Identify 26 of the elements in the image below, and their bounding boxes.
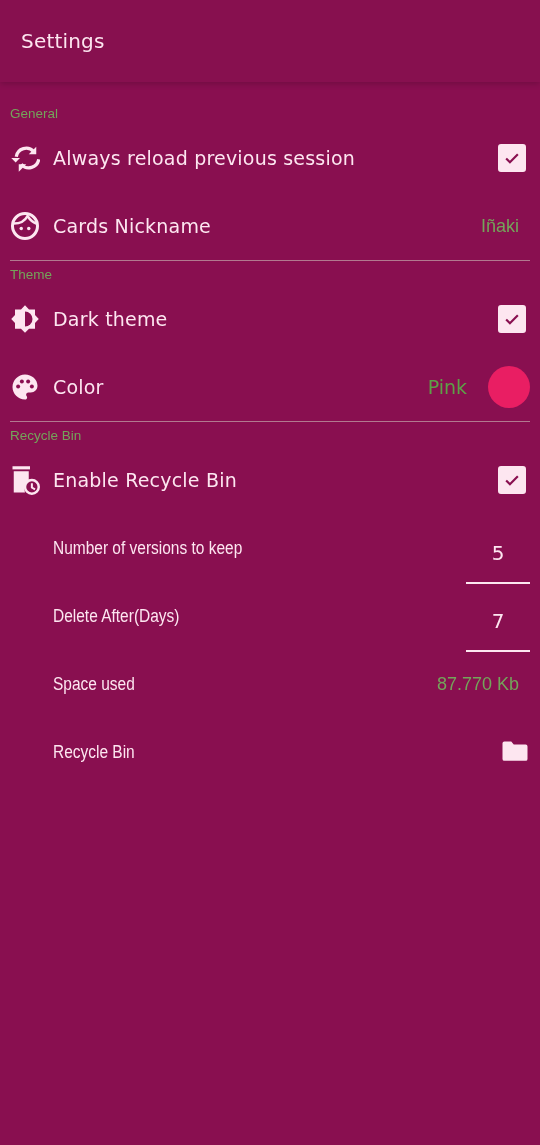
setting-label: Dark theme [53, 308, 168, 330]
setting-label: Recycle Bin [53, 741, 135, 763]
setting-label: Delete After(Days) [53, 605, 180, 627]
number-field[interactable]: 5 [466, 530, 530, 584]
setting-label: Cards Nickname [53, 215, 211, 237]
checkbox[interactable] [498, 305, 526, 333]
number-field[interactable]: 7 [466, 598, 530, 652]
setting-label: Space used [53, 673, 135, 695]
setting-value: Iñaki [480, 215, 519, 237]
section-header: Theme [10, 266, 54, 284]
app-title: Settings [21, 29, 105, 53]
setting-value: 87.770 Kb [436, 673, 519, 695]
setting-label: Enable Recycle Bin [53, 469, 237, 491]
section-header: General [10, 105, 60, 123]
setting-label: Color [53, 376, 104, 398]
setting-label: Always reload previous session [53, 147, 355, 169]
checkbox[interactable] [498, 144, 526, 172]
checkbox[interactable] [498, 466, 526, 494]
section-header: Recycle Bin [10, 427, 83, 445]
setting-value: Pink [427, 376, 467, 398]
brightness-icon [10, 304, 40, 334]
color-swatch[interactable] [488, 366, 530, 408]
trash-clock-icon [10, 465, 40, 495]
palette-icon [10, 372, 40, 402]
setting-label: Number of versions to keep [53, 537, 243, 559]
face-icon [10, 211, 40, 241]
